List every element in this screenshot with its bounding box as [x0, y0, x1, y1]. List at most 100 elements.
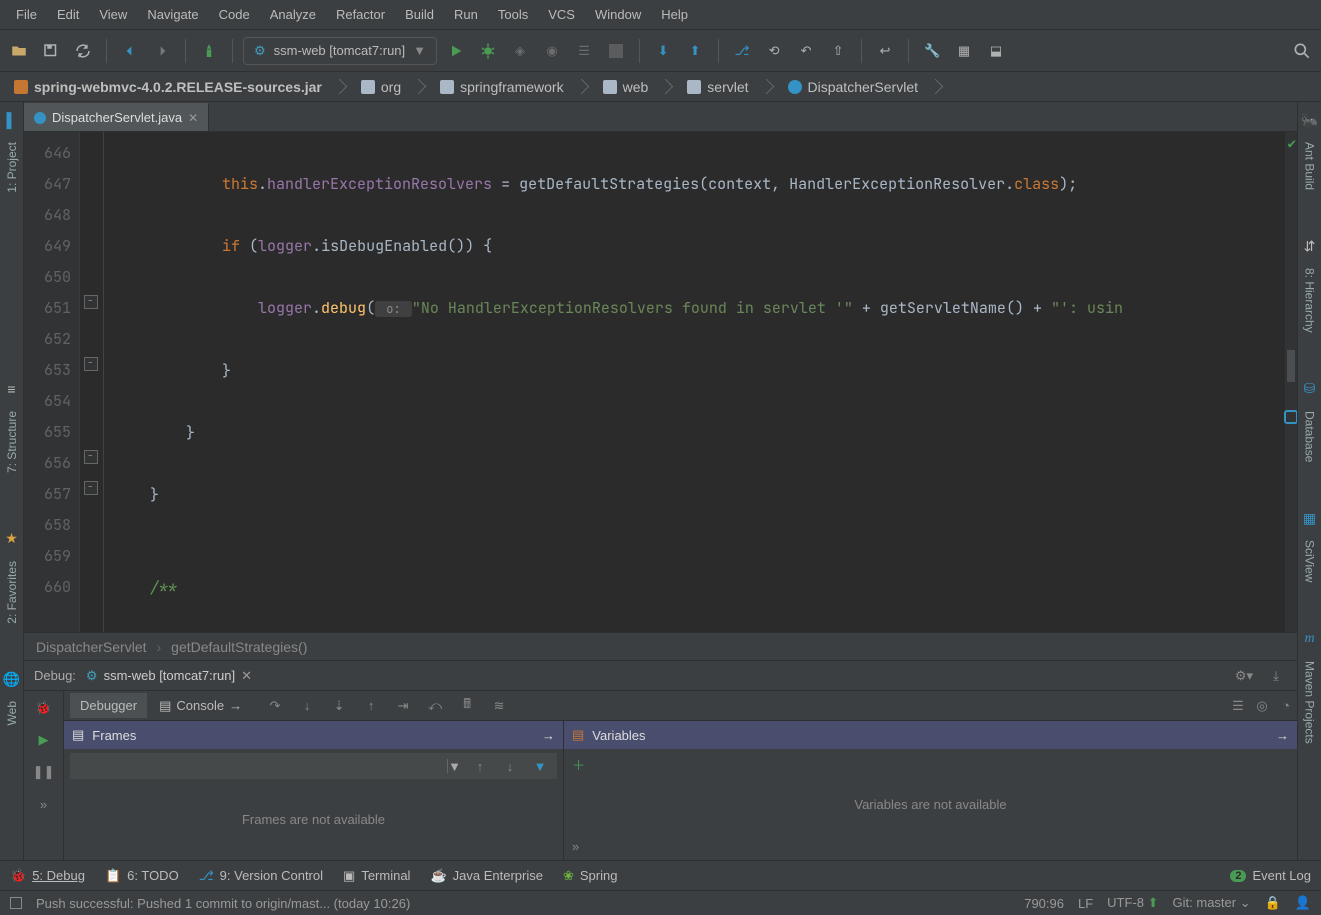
caret-position[interactable]: 790:96 — [1024, 896, 1064, 911]
structure-tool-icon[interactable]: ≡ — [4, 381, 20, 397]
more-icon[interactable]: » — [572, 839, 579, 854]
evaluate-icon[interactable]: 🖩 — [456, 695, 478, 717]
menu-analyze[interactable]: Analyze — [262, 3, 324, 26]
attach-icon[interactable]: ☰ — [571, 38, 597, 64]
memory-icon[interactable]: ◎ — [1251, 695, 1273, 717]
forward-icon[interactable] — [149, 38, 175, 64]
scroll-marker[interactable] — [1287, 350, 1295, 382]
restore-layout-icon[interactable]: → — [542, 728, 555, 743]
step-into-icon[interactable]: ↓ — [296, 695, 318, 717]
crumb-pkg-servlet[interactable]: servlet — [679, 76, 779, 98]
rerun-icon[interactable]: 🐞 — [33, 697, 55, 719]
project-icon[interactable]: ▌ — [4, 112, 20, 128]
step-over-icon[interactable]: ↷ — [264, 695, 286, 717]
next-frame-icon[interactable]: ↓ — [499, 755, 521, 777]
line-separator[interactable]: LF — [1078, 896, 1093, 911]
git-branch[interactable]: Git: master ⌄ — [1173, 895, 1251, 911]
run-to-cursor-icon[interactable]: ⇥ — [392, 695, 414, 717]
crumb-class-name[interactable]: DispatcherServlet — [36, 639, 147, 655]
database-icon[interactable]: ⛁ — [1302, 381, 1318, 397]
fold-marker[interactable] — [84, 295, 98, 309]
tool-web[interactable]: Web — [5, 701, 19, 725]
tool-ant[interactable]: Ant Build — [1303, 142, 1317, 190]
crumb-class[interactable]: DispatcherServlet — [780, 76, 950, 98]
crumb-jar[interactable]: spring-webmvc-4.0.2.RELEASE-sources.jar — [6, 76, 353, 98]
more-icon[interactable]: » — [33, 793, 55, 815]
fold-marker[interactable] — [84, 481, 98, 495]
menu-help[interactable]: Help — [653, 3, 696, 26]
crumb-pkg-springframework[interactable]: springframework — [432, 76, 594, 98]
tool-project[interactable]: 1: Project — [5, 142, 19, 193]
structure-icon[interactable]: ▦ — [951, 38, 977, 64]
branch-icon[interactable]: ⎇ — [729, 38, 755, 64]
threads-icon[interactable]: ☰ — [1227, 695, 1249, 717]
pause-icon[interactable]: ❚❚ — [33, 761, 55, 783]
maven-icon[interactable]: m — [1302, 631, 1318, 647]
undo-icon[interactable]: ↩ — [872, 38, 898, 64]
hector-icon[interactable]: 👤 — [1295, 895, 1311, 911]
database-tool-icon[interactable] — [1284, 410, 1297, 424]
menu-file[interactable]: File — [8, 3, 45, 26]
debug-settings-icon[interactable]: ⚙▾ — [1233, 665, 1255, 687]
pin-icon[interactable]: ⤓ — [1265, 665, 1287, 687]
vcs-update-icon[interactable]: ⬇ — [650, 38, 676, 64]
menu-refactor[interactable]: Refactor — [328, 3, 393, 26]
console-tab[interactable]: ▤Console→ — [149, 693, 252, 719]
menu-window[interactable]: Window — [587, 3, 649, 26]
close-session-icon[interactable]: ✕ — [241, 668, 252, 684]
menu-vcs[interactable]: VCS — [540, 3, 583, 26]
bottom-todo[interactable]: 📋6: TODO — [105, 868, 179, 884]
debugger-tab[interactable]: Debugger — [70, 693, 147, 718]
fold-marker[interactable] — [84, 357, 98, 371]
step-out-icon[interactable]: ↑ — [360, 695, 382, 717]
profile-icon[interactable]: ◉ — [539, 38, 565, 64]
restore-layout-icon[interactable]: → — [1276, 728, 1289, 743]
lock-icon[interactable]: 🔒 — [1265, 895, 1281, 911]
fold-marker[interactable] — [84, 450, 98, 464]
sdk-icon[interactable]: ⬓ — [983, 38, 1009, 64]
fold-column[interactable] — [80, 132, 104, 632]
debug-config[interactable]: ⚙ssm-web [tomcat7:run]✕ — [86, 668, 252, 684]
open-icon[interactable] — [6, 38, 32, 64]
crumb-method-name[interactable]: getDefaultStrategies() — [171, 639, 307, 655]
bottom-eventlog[interactable]: 2Event Log — [1230, 868, 1311, 883]
crumb-pkg-web[interactable]: web — [595, 76, 680, 98]
menu-build[interactable]: Build — [397, 3, 442, 26]
stop-icon[interactable] — [603, 38, 629, 64]
thread-selector[interactable]: ▼ ↑ ↓ ▼ — [70, 753, 557, 779]
trace-icon[interactable]: ≋ — [488, 695, 510, 717]
ant-icon[interactable]: 🐜 — [1302, 112, 1318, 128]
sciview-icon[interactable]: ▦ — [1302, 510, 1318, 526]
force-step-into-icon[interactable]: ⇣ — [328, 695, 350, 717]
tool-hierarchy[interactable]: 8: Hierarchy — [1303, 268, 1317, 333]
bottom-jee[interactable]: ☕Java Enterprise — [430, 868, 543, 884]
menu-tools[interactable]: Tools — [490, 3, 536, 26]
menu-run[interactable]: Run — [446, 3, 486, 26]
editor-tab[interactable]: DispatcherServlet.java ✕ — [24, 103, 209, 131]
revert-icon[interactable]: ↶ — [793, 38, 819, 64]
coverage-icon[interactable]: ◈ — [507, 38, 533, 64]
save-all-icon[interactable] — [38, 38, 64, 64]
bottom-spring[interactable]: ❀Spring — [563, 868, 617, 884]
back-icon[interactable] — [117, 38, 143, 64]
favorites-icon[interactable]: ★ — [4, 531, 20, 547]
tool-maven[interactable]: Maven Projects — [1303, 661, 1317, 744]
debug-button[interactable] — [475, 38, 501, 64]
drop-frame-icon[interactable]: ⤺ — [424, 695, 446, 717]
menu-code[interactable]: Code — [211, 3, 258, 26]
tool-structure[interactable]: 7: Structure — [5, 411, 19, 473]
overhead-icon[interactable]: ◔ — [1275, 695, 1297, 717]
menu-navigate[interactable]: Navigate — [139, 3, 206, 26]
sync-icon[interactable] — [70, 38, 96, 64]
search-everywhere-icon[interactable] — [1289, 38, 1315, 64]
bottom-vcs[interactable]: ⎇9: Version Control — [199, 868, 323, 884]
hierarchy-icon[interactable]: ⇵ — [1302, 238, 1318, 254]
code-content[interactable]: this.handlerExceptionResolvers = getDefa… — [104, 132, 1285, 632]
push-icon[interactable]: ⇧ — [825, 38, 851, 64]
web-icon[interactable]: 🌐 — [4, 671, 20, 687]
tool-favorites[interactable]: 2: Favorites — [5, 561, 19, 624]
tool-database[interactable]: Database — [1303, 411, 1317, 462]
run-config-selector[interactable]: ⚙ ssm-web [tomcat7:run] ▼ — [243, 37, 437, 65]
crumb-pkg-org[interactable]: org — [353, 76, 432, 98]
run-button[interactable] — [443, 38, 469, 64]
